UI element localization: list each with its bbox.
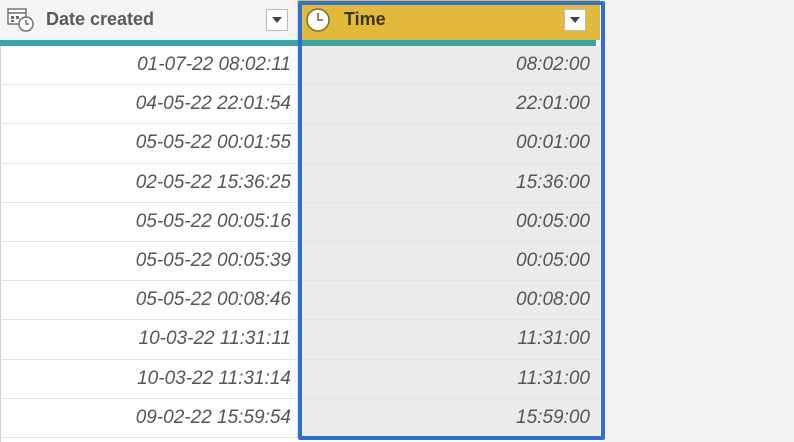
date-created-cell[interactable]: 04-05-22 22:01:54 bbox=[0, 85, 298, 124]
time-cell[interactable]: 22:01:00 bbox=[298, 85, 600, 124]
table-row[interactable]: 05-05-22 00:05:39 00:05:00 bbox=[0, 241, 600, 282]
column-dropdown-button[interactable] bbox=[564, 9, 586, 31]
date-created-cell[interactable]: 10-03-22 11:31:14 bbox=[0, 359, 298, 398]
date-created-cell[interactable]: 05-05-22 00:05:16 bbox=[0, 202, 298, 241]
clock-icon[interactable] bbox=[305, 7, 331, 33]
date-created-cell[interactable]: 02-05-22 15:36:25 bbox=[0, 163, 298, 202]
time-cell[interactable]: 11:31:00 bbox=[298, 359, 600, 398]
date-created-cell[interactable]: 09-02-22 15:59:54 bbox=[0, 398, 298, 437]
date-created-cell[interactable]: 05-05-22 00:01:55 bbox=[0, 124, 298, 163]
time-cell[interactable]: 00:01:00 bbox=[298, 124, 600, 163]
time-cell[interactable]: 08:02:00 bbox=[298, 46, 600, 85]
table-row[interactable]: 09-02-22 15:59:54 15:59:00 bbox=[0, 398, 600, 438]
table-row[interactable]: 05-05-22 00:08:46 00:08:00 bbox=[0, 281, 600, 321]
data-grid: Date created Time 01-07-22 08:02:11 08:0… bbox=[0, 0, 605, 442]
time-cell[interactable]: 00:05:00 bbox=[298, 202, 600, 241]
time-cell[interactable]: 00:05:00 bbox=[298, 241, 600, 281]
table-row[interactable]: 10-03-22 11:31:14 11:31:00 bbox=[0, 359, 600, 399]
table-row[interactable]: 05-05-22 00:05:16 00:05:00 bbox=[0, 202, 600, 242]
table-row[interactable]: 01-07-22 08:02:11 08:02:00 bbox=[0, 46, 600, 86]
datetime-icon[interactable] bbox=[7, 7, 35, 33]
time-cell[interactable]: 15:36:00 bbox=[298, 163, 600, 202]
date-created-cell[interactable]: 05-05-22 00:08:46 bbox=[0, 281, 298, 320]
table-row[interactable]: 04-05-22 22:01:54 22:01:00 bbox=[0, 85, 600, 125]
table-row[interactable]: 05-05-22 00:01:55 00:01:00 bbox=[0, 124, 600, 164]
date-created-cell[interactable]: 10-03-22 11:31:11 bbox=[0, 320, 298, 359]
table-row[interactable]: 10-03-22 11:31:11 11:31:00 bbox=[0, 320, 600, 360]
time-cell[interactable]: 00:08:00 bbox=[298, 281, 600, 320]
column-header-date-created[interactable]: Date created bbox=[0, 0, 298, 40]
column-dropdown-button[interactable] bbox=[266, 9, 288, 31]
date-created-cell[interactable]: 01-07-22 08:02:11 bbox=[0, 46, 298, 85]
table-body: 01-07-22 08:02:11 08:02:00 04-05-22 22:0… bbox=[0, 46, 600, 438]
time-cell[interactable]: 15:59:00 bbox=[298, 398, 600, 437]
column-header-label: Time bbox=[344, 9, 386, 29]
chevron-down-icon bbox=[272, 17, 282, 23]
table-row[interactable]: 02-05-22 15:36:25 15:36:00 bbox=[0, 163, 600, 203]
column-header-time[interactable]: Time bbox=[298, 0, 600, 40]
time-cell[interactable]: 11:31:00 bbox=[298, 320, 600, 359]
date-created-cell[interactable]: 05-05-22 00:05:39 bbox=[0, 241, 298, 281]
chevron-down-icon bbox=[570, 17, 580, 23]
column-header-label: Date created bbox=[46, 9, 155, 29]
